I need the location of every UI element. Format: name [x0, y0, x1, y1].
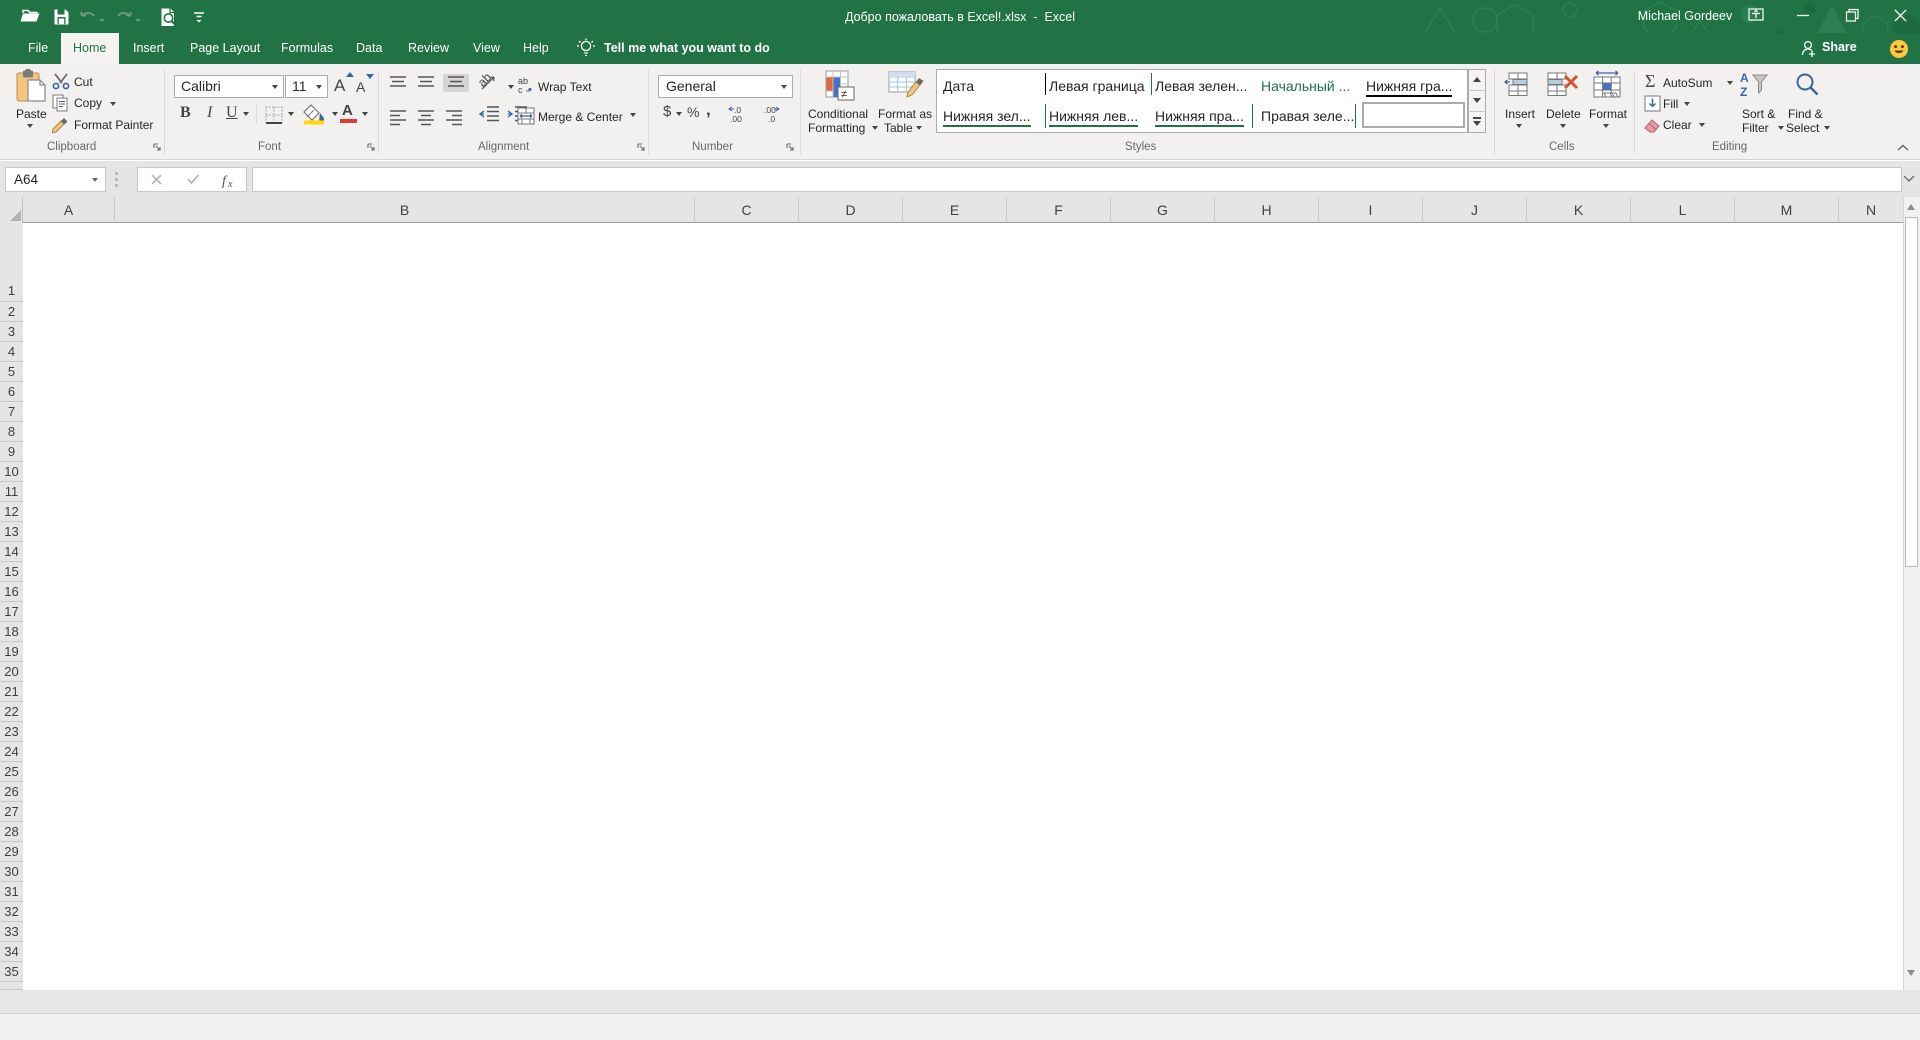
svg-text:c: c — [518, 85, 523, 94]
svg-text:A: A — [1740, 71, 1749, 85]
svg-text:.00: .00 — [730, 114, 742, 124]
svg-text:Z: Z — [1740, 85, 1747, 99]
svg-text:x: x — [227, 179, 233, 189]
svg-text:≠: ≠ — [841, 89, 847, 101]
svg-text:.0: .0 — [768, 114, 775, 124]
